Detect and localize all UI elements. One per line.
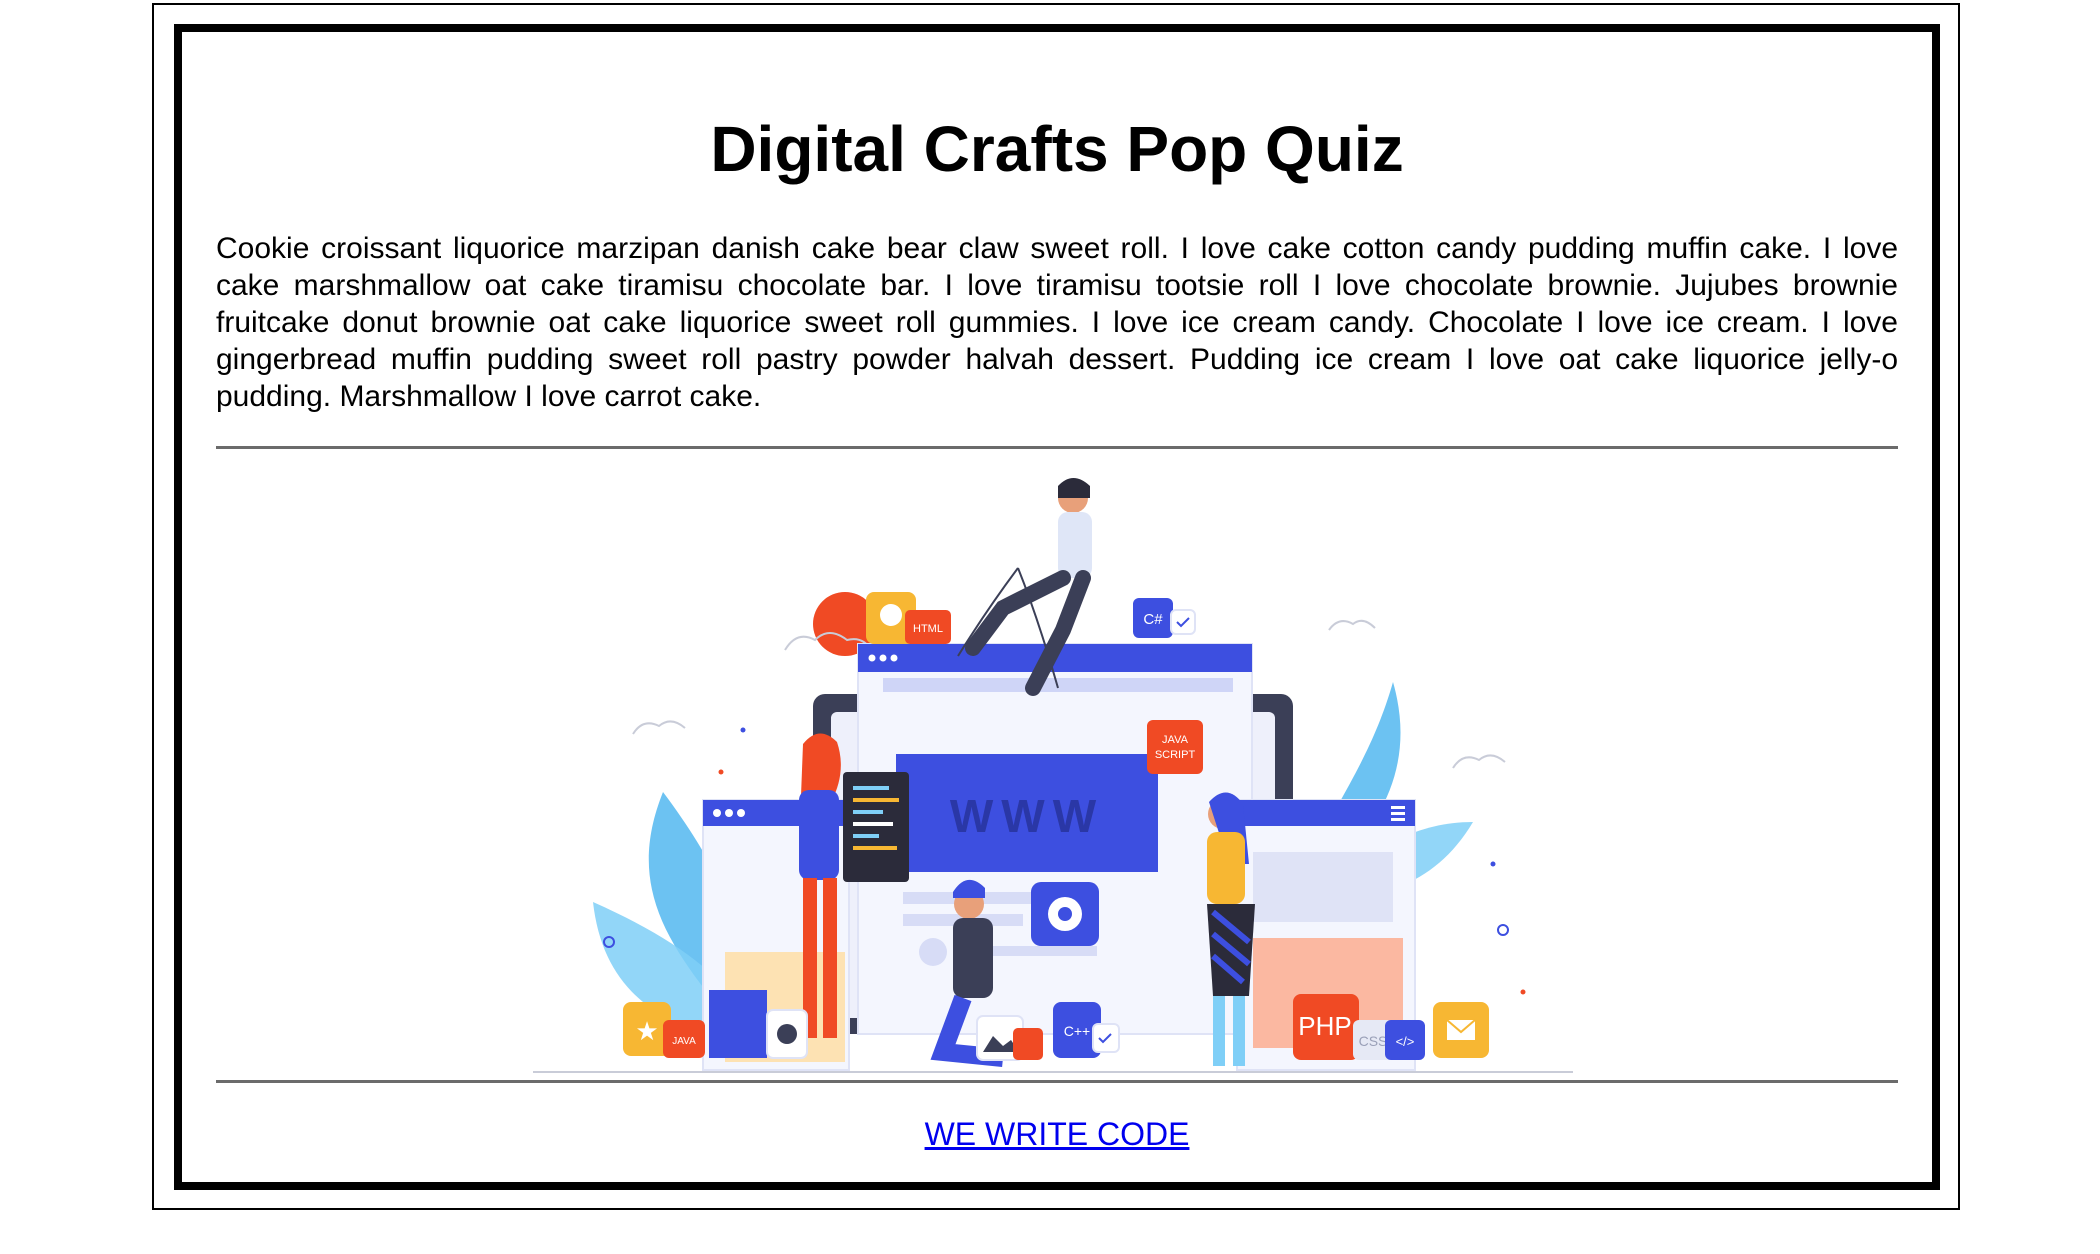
footer: WE WRITE CODE	[182, 1118, 1932, 1150]
person-body	[799, 790, 839, 880]
page-title: Digital Crafts Pop Quiz	[710, 113, 1404, 185]
quiz-card: Digital Crafts Pop Quiz Cookie croissant…	[174, 24, 1940, 1190]
cloud-icon	[1328, 619, 1376, 631]
top-divider	[216, 446, 1898, 449]
cloud-icon	[632, 720, 686, 735]
svg-text:C#: C#	[1143, 611, 1163, 628]
svg-text:</>: </>	[1396, 1034, 1415, 1049]
svg-text:JAVA: JAVA	[672, 1036, 696, 1047]
svg-text:C++: C++	[1064, 1023, 1090, 1039]
check-badge-icon	[1170, 609, 1196, 635]
www-text: WWW	[950, 790, 1104, 842]
cloud-icon	[1452, 754, 1506, 769]
intro-paragraph: Cookie croissant liquorice marzipan dani…	[216, 232, 1898, 413]
javascript-badge-icon	[1147, 720, 1203, 774]
box-icon	[709, 990, 767, 1058]
svg-text:HTML: HTML	[913, 623, 943, 635]
svg-text:PHP: PHP	[1298, 1011, 1351, 1041]
person-body	[1058, 512, 1092, 578]
person-body	[1207, 832, 1245, 904]
svg-text:★: ★	[635, 1017, 658, 1047]
we-write-code-link[interactable]: WE WRITE CODE	[925, 1116, 1190, 1152]
bottom-divider	[216, 1080, 1898, 1083]
svg-text:CSS: CSS	[1359, 1033, 1388, 1049]
crop-badge-icon	[1013, 1028, 1043, 1060]
svg-text:JAVA: JAVA	[1162, 734, 1189, 746]
hero-illustration: WWW HTML C# JAVA SCRIPT ★ JAVA C++ PHP C…	[533, 478, 1573, 1073]
svg-text:SCRIPT: SCRIPT	[1155, 749, 1196, 761]
person-body	[953, 918, 993, 998]
